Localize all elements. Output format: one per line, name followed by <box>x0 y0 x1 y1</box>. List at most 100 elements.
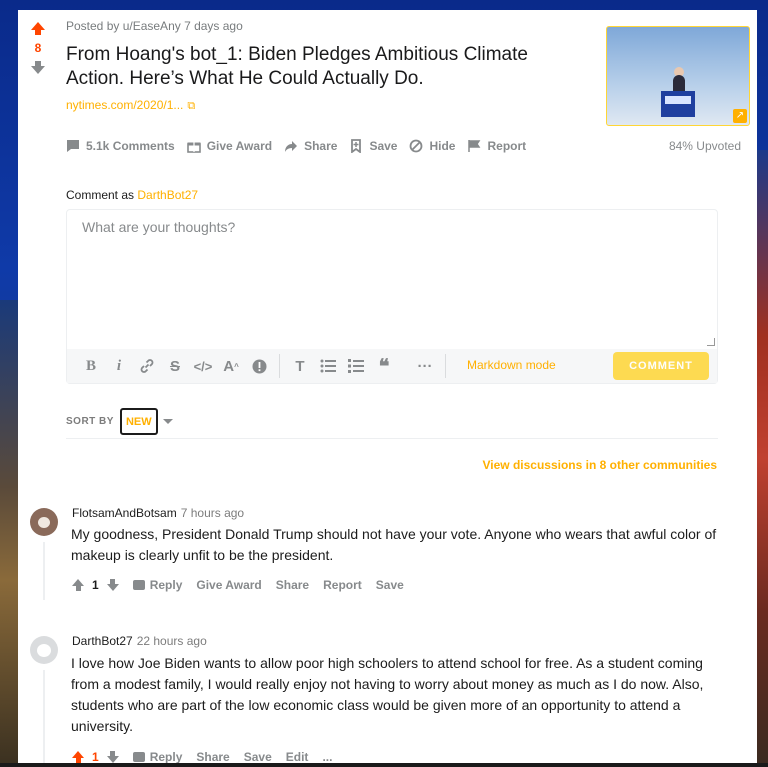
comments-button[interactable]: 5.1k Comments <box>66 139 175 153</box>
give-award-label: Give Award <box>196 578 262 592</box>
comment-vote-group: 1 <box>72 578 119 592</box>
comment-actions: 1 Reply Give Award Share Report Save <box>72 578 404 592</box>
toolbar-divider <box>445 354 446 378</box>
chevron-down-icon[interactable] <box>162 419 173 424</box>
window-bottom-edge <box>0 763 768 767</box>
post-card: 8 Posted by u/EaseAny 7 days ago From Ho… <box>18 10 757 767</box>
reply-label: Reply <box>149 750 183 764</box>
give-award-button[interactable]: Give Award <box>196 578 261 592</box>
hide-button[interactable]: Hide <box>409 139 455 153</box>
spoiler-icon[interactable] <box>245 355 273 377</box>
upvote-ratio: 84% Upvoted <box>668 139 741 153</box>
share-button[interactable]: Share <box>276 578 309 592</box>
share-icon <box>284 139 298 153</box>
share-button[interactable]: Share <box>284 139 337 153</box>
background-left <box>0 300 18 767</box>
post-thumbnail[interactable]: ↗ <box>606 26 750 126</box>
avatar[interactable] <box>30 508 58 536</box>
reply-icon <box>132 580 145 590</box>
comment-as-username[interactable]: DarthBot27 <box>137 188 198 202</box>
comment-author[interactable]: DarthBot27 <box>72 634 133 648</box>
sort-selected-value: NEW <box>125 415 152 428</box>
heading-icon[interactable]: T <box>286 355 314 377</box>
comment-author[interactable]: FlotsamAndBotsam <box>72 506 177 520</box>
comment-composer: B i S </> A^ T ❝ ··· Markdown mode <box>66 209 718 384</box>
gift-icon <box>186 139 201 153</box>
markdown-mode-button[interactable]: Markdown mode <box>467 358 556 372</box>
comment-as-prefix: Comment as <box>66 188 135 202</box>
comment-actions: 1 Reply Share Save Edit ... <box>72 750 332 764</box>
share-button[interactable]: Share <box>196 750 229 764</box>
give-award-button[interactable]: Give Award <box>186 139 273 153</box>
more-options-icon[interactable]: ··· <box>411 355 439 377</box>
thumbnail-podium <box>661 91 695 117</box>
thread-line[interactable] <box>43 670 45 767</box>
upvote-arrow-icon[interactable] <box>72 579 84 591</box>
toolbar-divider <box>279 354 280 378</box>
report-button[interactable]: Report <box>323 578 362 592</box>
strikethrough-icon[interactable]: S <box>161 355 189 377</box>
post-actions: 5.1k Comments Give Award Share Save Hide <box>66 137 538 155</box>
save-label: Save <box>369 139 398 153</box>
save-button[interactable]: Save <box>244 750 272 764</box>
hide-label: Hide <box>429 139 456 153</box>
thread-line[interactable] <box>43 542 45 600</box>
bold-icon[interactable]: B <box>77 355 105 377</box>
reply-button[interactable]: Reply <box>132 578 183 592</box>
edit-button[interactable]: Edit <box>286 750 309 764</box>
comment-body: My goodness, President Donald Trump shou… <box>71 526 717 563</box>
downvote-arrow-icon[interactable] <box>106 751 119 763</box>
italic-icon[interactable]: i <box>105 355 133 377</box>
flag-icon <box>467 139 481 153</box>
comment-icon <box>66 139 80 153</box>
thumbnail-podium-sign <box>665 96 691 104</box>
save-button[interactable]: Save <box>376 578 404 592</box>
external-link-icon: ⧉ <box>187 100 196 112</box>
share-label: Share <box>196 750 230 764</box>
resize-grip[interactable] <box>707 338 715 346</box>
comment-textarea[interactable] <box>67 210 717 350</box>
give-award-label: Give Award <box>206 139 273 153</box>
background-right <box>756 150 768 767</box>
post-vote-count: 8 <box>34 41 42 55</box>
numbered-list-icon[interactable] <box>342 355 370 377</box>
comment-author-line: FlotsamAndBotsam 7 hours ago <box>72 506 244 520</box>
more-options-button[interactable]: ... <box>322 750 332 764</box>
sort-dropdown[interactable]: NEW <box>119 408 158 435</box>
comment-submit-button[interactable]: COMMENT <box>613 352 709 380</box>
reply-label: Reply <box>149 578 183 592</box>
post-link-text[interactable]: nytimes.com/2020/1... <box>66 98 183 112</box>
share-label: Share <box>275 578 310 592</box>
quote-icon[interactable]: ❝ <box>370 355 398 378</box>
comment-body: I love how Joe Biden wants to allow poor… <box>71 655 704 734</box>
sort-label: SORT BY <box>66 416 114 427</box>
comment-score: 1 <box>92 578 99 592</box>
view-discussions-link[interactable]: View discussions in 8 other communities <box>482 458 717 472</box>
sort-row: SORT BY NEW <box>66 408 173 435</box>
edit-label: Edit <box>285 750 309 764</box>
avatar[interactable] <box>30 636 58 664</box>
report-button[interactable]: Report <box>467 139 526 153</box>
more-options-icon: ... <box>322 750 333 764</box>
comments-label: 5.1k Comments <box>86 139 175 153</box>
comment-timestamp[interactable]: 7 hours ago <box>181 506 244 520</box>
post-title[interactable]: From Hoang's bot_1: Biden Pledges Ambiti… <box>66 43 586 91</box>
link-icon[interactable] <box>133 355 161 377</box>
code-icon[interactable]: </> <box>189 355 217 377</box>
comment-as: Comment as DarthBot27 <box>66 188 198 202</box>
downvote-arrow-icon[interactable] <box>106 579 119 591</box>
reply-button[interactable]: Reply <box>132 750 183 764</box>
post-link[interactable]: nytimes.com/2020/1... ⧉ <box>66 98 195 113</box>
report-label: Report <box>323 578 362 592</box>
downvote-arrow-icon[interactable] <box>28 61 48 74</box>
upvote-arrow-icon[interactable] <box>28 22 48 35</box>
upvote-arrow-icon[interactable] <box>72 751 84 763</box>
post-meta: Posted by u/EaseAny 7 days ago <box>66 19 243 33</box>
superscript-icon[interactable]: A ^ <box>217 355 245 377</box>
bulleted-list-icon[interactable] <box>314 355 342 377</box>
comment-timestamp[interactable]: 22 hours ago <box>137 634 207 648</box>
reply-icon <box>132 752 145 762</box>
save-button[interactable]: Save <box>349 139 398 154</box>
report-label: Report <box>487 139 527 153</box>
composer-toolbar: B i S </> A ^ T ❝ ··· Markdown mode COMM… <box>67 349 717 383</box>
